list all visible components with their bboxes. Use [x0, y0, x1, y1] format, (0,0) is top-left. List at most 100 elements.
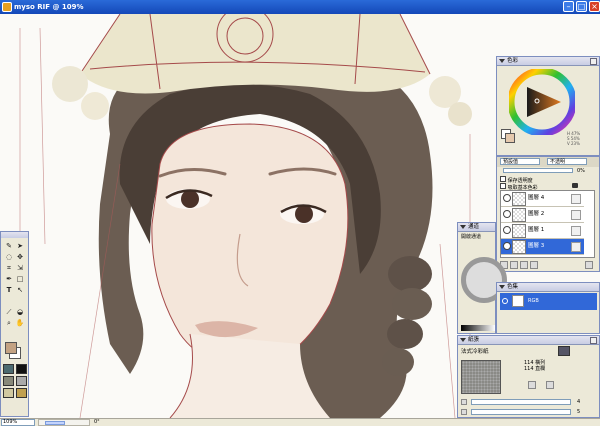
pen-icon[interactable]: ✒ [4, 274, 14, 284]
toolbox-header[interactable] [1, 232, 28, 238]
layer-row[interactable]: 圖層 2 [501, 207, 584, 223]
layer-commands-bar [500, 261, 595, 270]
paper-contrast-label: 114 直欄 [524, 366, 546, 372]
zoom-field[interactable]: 109% [1, 419, 35, 426]
composite-icon [571, 210, 581, 220]
layer-opacity-slider[interactable] [503, 168, 573, 173]
move-icon[interactable]: ✥ [15, 252, 25, 262]
main-color-swatch[interactable] [5, 342, 17, 354]
paper-panel-title: 紙張 [468, 337, 480, 343]
layer-name: 圖層 4 [528, 195, 545, 201]
color-set-row-selected[interactable]: RGB [500, 293, 597, 310]
paper-contrast-slider[interactable] [471, 409, 571, 415]
opacity-row: 0% [497, 168, 599, 175]
composite-method-select[interactable]: 預設值 [500, 158, 540, 165]
color-set-panel-title: 色集 [507, 284, 519, 290]
trash-icon[interactable] [585, 261, 593, 269]
channels-panel-header[interactable]: 通道 [458, 223, 495, 232]
channels-subtitle: 開啟通道 [461, 234, 482, 240]
rotation-angle: 0° [94, 419, 100, 425]
hand-icon[interactable]: ✋ [15, 318, 25, 328]
eyedropper-icon[interactable]: ⟋ [4, 307, 14, 317]
weave-preset[interactable] [16, 376, 27, 386]
crop-icon[interactable]: ⌗ [4, 263, 14, 273]
eye-icon[interactable] [503, 242, 511, 250]
layers-panel: 預設值 不透明 0% 保存透明度 吸取基本色彩 圖層 4 圖層 2 圖層 1 圖… [496, 156, 600, 272]
color-panel-title: 色彩 [507, 58, 519, 64]
scale-icon [461, 399, 467, 405]
channels-panel: 通道 開啟通道 [457, 222, 507, 334]
eye-icon[interactable] [502, 298, 508, 304]
gradient-preset[interactable] [16, 364, 27, 374]
paper-swatch[interactable] [461, 360, 501, 394]
color-set-thumbnail [512, 295, 524, 307]
layer-name: 圖層 2 [528, 211, 545, 217]
paper-options-button[interactable] [558, 346, 570, 356]
scrollbar-thumb[interactable] [45, 421, 65, 425]
layer-list: 圖層 4 圖層 2 圖層 1 圖層 3 [500, 190, 595, 258]
rectangle-icon[interactable]: □ [15, 274, 25, 284]
layer-name: 圖層 3 [528, 243, 545, 249]
composite-icon [571, 194, 581, 204]
contrast-icon [461, 409, 467, 415]
eye-icon[interactable] [503, 210, 511, 218]
paper-name: 法式冷彩紙 [461, 349, 489, 355]
close-button[interactable]: × [589, 1, 600, 12]
layer-thumbnail [512, 224, 526, 238]
window-title: myso RIF @ 109% [14, 3, 84, 11]
app-icon [2, 2, 12, 12]
layer-name: 圖層 1 [528, 227, 545, 233]
opacity-value: 0% [577, 168, 585, 174]
layer-row[interactable]: 圖層 4 [501, 191, 584, 207]
opacity-label[interactable]: 不透明 [547, 158, 587, 165]
lasso-icon[interactable]: ◌ [4, 252, 14, 262]
lock-icon[interactable] [572, 183, 578, 188]
paper-scale-row: 4 [461, 399, 597, 406]
paper-preset[interactable] [3, 364, 14, 374]
eye-icon[interactable] [503, 194, 511, 202]
status-bar: 109% 0° [0, 418, 600, 426]
layer-row[interactable]: 圖層 1 [501, 223, 584, 239]
color-set-panel-header[interactable]: 色集 [497, 283, 599, 292]
minimize-button[interactable]: – [563, 1, 574, 12]
zoom-icon[interactable]: ⌕ [4, 318, 14, 328]
layer-mask-icon[interactable] [520, 261, 528, 269]
layer-thumbnail [512, 240, 526, 254]
color-panel-main-swatch[interactable] [505, 133, 515, 143]
direct-select-icon[interactable]: ↖ [15, 285, 25, 295]
color-wheel[interactable] [509, 69, 575, 135]
toolbox-panel: ✎ ➤ ◌ ✥ ⌗ ⇲ ✒ □ T ↖ ⟋ ◒ ⌕ ✋ [0, 231, 29, 417]
new-layer-icon[interactable] [530, 261, 538, 269]
maximize-button[interactable]: □ [576, 1, 587, 12]
dynamic-plugin-icon[interactable] [510, 261, 518, 269]
paper-panel-header[interactable]: 紙張 [458, 336, 599, 345]
channels-panel-title: 通道 [468, 224, 480, 230]
paper-scale-value: 4 [577, 399, 581, 405]
bucket-icon[interactable]: ◒ [15, 307, 25, 317]
pattern-preset[interactable] [3, 376, 14, 386]
transform-icon[interactable]: ⇲ [15, 263, 25, 273]
make-paper-icon[interactable] [528, 381, 536, 389]
layer-thumbnail [512, 208, 526, 222]
eye-icon[interactable] [503, 226, 511, 234]
layers-options-row: 預設值 不透明 [497, 157, 599, 167]
text-icon[interactable]: T [4, 285, 14, 295]
hsv-readout: H 47% S 54% V 23% [567, 131, 580, 146]
layer-row-selected[interactable]: 圖層 3 [501, 239, 584, 255]
composite-icon [571, 242, 581, 252]
color-panel-header[interactable]: 色彩 [497, 57, 599, 66]
channel-gradient-bar [461, 325, 495, 331]
color-set-panel: 色集 RGB [496, 282, 600, 334]
selection-arrow-icon[interactable]: ➤ [15, 241, 25, 251]
horizontal-scrollbar[interactable] [38, 419, 90, 426]
capture-paper-icon[interactable] [546, 381, 554, 389]
paper-scale-slider[interactable] [471, 399, 571, 405]
nozzle-preset[interactable] [16, 388, 27, 398]
title-bar: myso RIF @ 109% – □ × [0, 0, 600, 14]
brush-icon[interactable]: ✎ [4, 241, 14, 251]
composite-icon [571, 226, 581, 236]
paper-panel: 紙張 法式冷彩紙 114 橫列 114 直欄 4 5 [457, 335, 600, 418]
color-panel: 色彩 H 47% S 54% V 23% [496, 56, 600, 156]
look-preset[interactable] [3, 388, 14, 398]
value-readout: V 23% [567, 141, 580, 146]
